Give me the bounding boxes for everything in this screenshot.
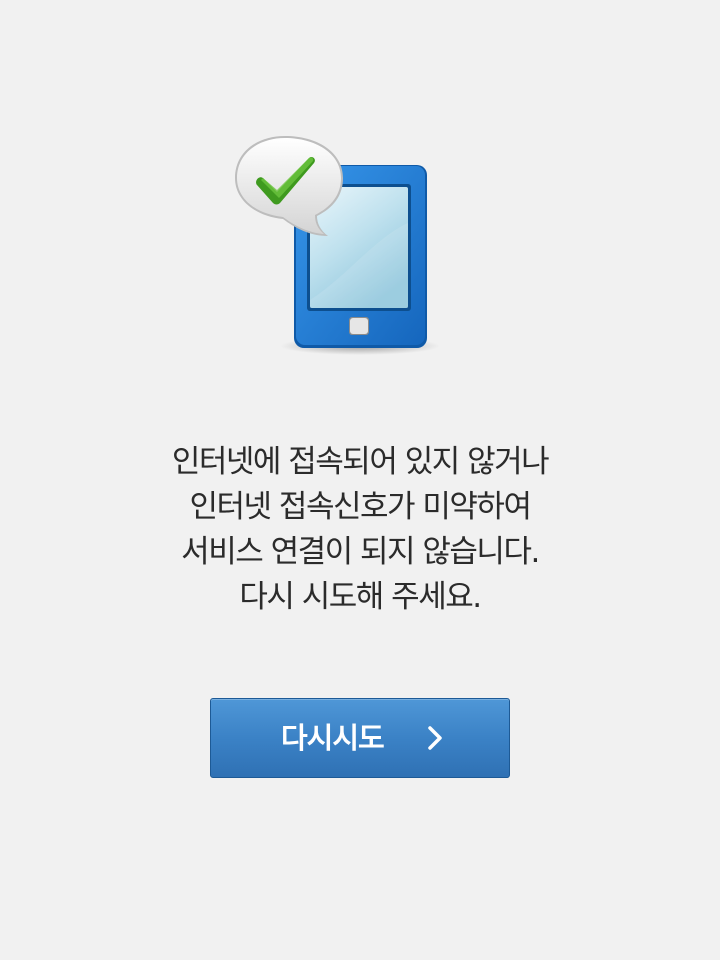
retry-button-label: 다시시도 [281, 721, 385, 755]
tablet-icon [235, 136, 440, 355]
chevron-right-icon [428, 726, 442, 750]
connection-error-message: 인터넷에 접속되어 있지 않거나 인터넷 접속신호가 미약하여 서비스 연결이 … [60, 440, 660, 620]
network-status-illustration [225, 128, 465, 368]
message-line: 인터넷에 접속되어 있지 않거나 [171, 444, 550, 480]
message-line: 서비스 연결이 되지 않습니다. [181, 534, 540, 570]
message-line: 인터넷 접속신호가 미약하여 [189, 489, 532, 525]
retry-button[interactable]: 다시시도 [210, 698, 510, 778]
message-line: 다시 시도해 주세요. [239, 579, 482, 615]
